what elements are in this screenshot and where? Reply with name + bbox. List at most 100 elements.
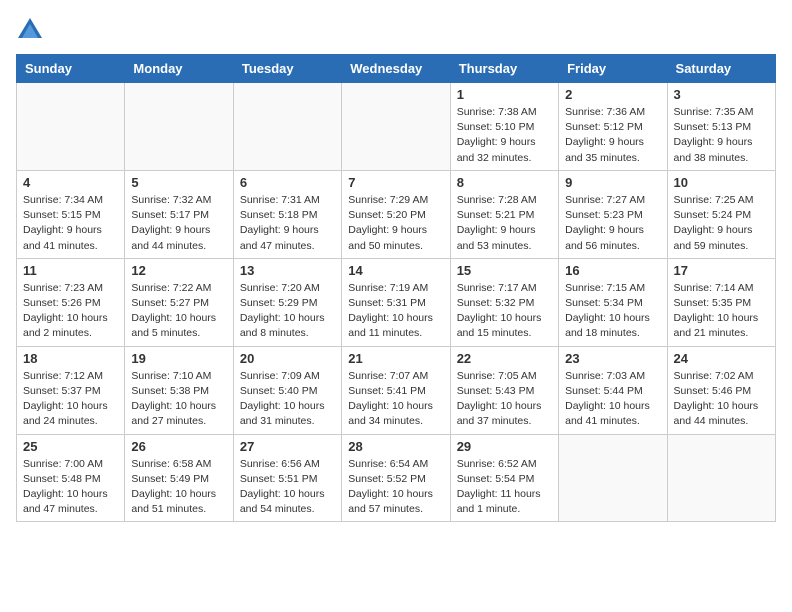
calendar-table: SundayMondayTuesdayWednesdayThursdayFrid… <box>16 54 776 522</box>
day-number: 1 <box>457 87 552 102</box>
calendar-week-1: 1 Sunrise: 7:38 AM Sunset: 5:10 PM Daylig… <box>17 83 776 171</box>
logo-icon <box>16 16 44 44</box>
day-info: Sunrise: 7:02 AM Sunset: 5:46 PM Dayligh… <box>674 369 769 430</box>
calendar-cell <box>17 83 125 171</box>
calendar-cell: 12 Sunrise: 7:22 AM Sunset: 5:27 PM Dayli… <box>125 258 233 346</box>
day-info: Sunrise: 7:22 AM Sunset: 5:27 PM Dayligh… <box>131 281 226 342</box>
day-info: Sunrise: 7:15 AM Sunset: 5:34 PM Dayligh… <box>565 281 660 342</box>
day-number: 20 <box>240 351 335 366</box>
day-number: 23 <box>565 351 660 366</box>
day-number: 4 <box>23 175 118 190</box>
day-number: 29 <box>457 439 552 454</box>
day-number: 2 <box>565 87 660 102</box>
day-info: Sunrise: 7:34 AM Sunset: 5:15 PM Dayligh… <box>23 193 118 254</box>
calendar-week-4: 18 Sunrise: 7:12 AM Sunset: 5:37 PM Dayli… <box>17 346 776 434</box>
day-info: Sunrise: 7:17 AM Sunset: 5:32 PM Dayligh… <box>457 281 552 342</box>
day-number: 18 <box>23 351 118 366</box>
calendar-cell <box>559 434 667 522</box>
day-info: Sunrise: 7:23 AM Sunset: 5:26 PM Dayligh… <box>23 281 118 342</box>
calendar-cell: 15 Sunrise: 7:17 AM Sunset: 5:32 PM Dayli… <box>450 258 558 346</box>
day-number: 28 <box>348 439 443 454</box>
day-number: 13 <box>240 263 335 278</box>
day-info: Sunrise: 7:12 AM Sunset: 5:37 PM Dayligh… <box>23 369 118 430</box>
day-info: Sunrise: 7:10 AM Sunset: 5:38 PM Dayligh… <box>131 369 226 430</box>
calendar-cell: 10 Sunrise: 7:25 AM Sunset: 5:24 PM Dayli… <box>667 170 775 258</box>
day-number: 24 <box>674 351 769 366</box>
day-info: Sunrise: 6:58 AM Sunset: 5:49 PM Dayligh… <box>131 457 226 518</box>
day-number: 25 <box>23 439 118 454</box>
calendar-cell: 2 Sunrise: 7:36 AM Sunset: 5:12 PM Daylig… <box>559 83 667 171</box>
day-info: Sunrise: 6:52 AM Sunset: 5:54 PM Dayligh… <box>457 457 552 518</box>
day-number: 22 <box>457 351 552 366</box>
calendar-cell <box>125 83 233 171</box>
calendar-cell: 7 Sunrise: 7:29 AM Sunset: 5:20 PM Daylig… <box>342 170 450 258</box>
calendar-header-row: SundayMondayTuesdayWednesdayThursdayFrid… <box>17 55 776 83</box>
calendar-cell: 4 Sunrise: 7:34 AM Sunset: 5:15 PM Daylig… <box>17 170 125 258</box>
day-number: 27 <box>240 439 335 454</box>
calendar-week-2: 4 Sunrise: 7:34 AM Sunset: 5:15 PM Daylig… <box>17 170 776 258</box>
day-info: Sunrise: 7:09 AM Sunset: 5:40 PM Dayligh… <box>240 369 335 430</box>
day-number: 5 <box>131 175 226 190</box>
calendar-cell: 11 Sunrise: 7:23 AM Sunset: 5:26 PM Dayli… <box>17 258 125 346</box>
day-number: 14 <box>348 263 443 278</box>
day-info: Sunrise: 7:20 AM Sunset: 5:29 PM Dayligh… <box>240 281 335 342</box>
day-info: Sunrise: 7:27 AM Sunset: 5:23 PM Dayligh… <box>565 193 660 254</box>
calendar-cell: 5 Sunrise: 7:32 AM Sunset: 5:17 PM Daylig… <box>125 170 233 258</box>
day-info: Sunrise: 7:29 AM Sunset: 5:20 PM Dayligh… <box>348 193 443 254</box>
day-number: 17 <box>674 263 769 278</box>
calendar-cell: 17 Sunrise: 7:14 AM Sunset: 5:35 PM Dayli… <box>667 258 775 346</box>
day-number: 9 <box>565 175 660 190</box>
calendar-cell: 8Sunrise: 7:28 AM Sunset: 5:21 PM Daylig… <box>450 170 558 258</box>
day-number: 12 <box>131 263 226 278</box>
calendar-cell: 21 Sunrise: 7:07 AM Sunset: 5:41 PM Dayli… <box>342 346 450 434</box>
day-info: Sunrise: 7:36 AM Sunset: 5:12 PM Dayligh… <box>565 105 660 166</box>
calendar-cell: 23 Sunrise: 7:03 AM Sunset: 5:44 PM Dayli… <box>559 346 667 434</box>
calendar-header-friday: Friday <box>559 55 667 83</box>
calendar-week-3: 11 Sunrise: 7:23 AM Sunset: 5:26 PM Dayli… <box>17 258 776 346</box>
day-number: 7 <box>348 175 443 190</box>
day-number: 15 <box>457 263 552 278</box>
day-number: 16 <box>565 263 660 278</box>
calendar-week-5: 25 Sunrise: 7:00 AM Sunset: 5:48 PM Dayli… <box>17 434 776 522</box>
day-info: Sunrise: 7:03 AM Sunset: 5:44 PM Dayligh… <box>565 369 660 430</box>
day-info: Sunrise: 7:14 AM Sunset: 5:35 PM Dayligh… <box>674 281 769 342</box>
calendar-cell: 26 Sunrise: 6:58 AM Sunset: 5:49 PM Dayli… <box>125 434 233 522</box>
calendar-cell: 1 Sunrise: 7:38 AM Sunset: 5:10 PM Daylig… <box>450 83 558 171</box>
calendar-cell: 9 Sunrise: 7:27 AM Sunset: 5:23 PM Daylig… <box>559 170 667 258</box>
day-info: Sunrise: 7:35 AM Sunset: 5:13 PM Dayligh… <box>674 105 769 166</box>
day-info: Sunrise: 7:32 AM Sunset: 5:17 PM Dayligh… <box>131 193 226 254</box>
calendar-cell: 18 Sunrise: 7:12 AM Sunset: 5:37 PM Dayli… <box>17 346 125 434</box>
day-info: Sunrise: 7:28 AM Sunset: 5:21 PM Dayligh… <box>457 193 552 254</box>
day-info: Sunrise: 7:38 AM Sunset: 5:10 PM Dayligh… <box>457 105 552 166</box>
calendar-cell: 27 Sunrise: 6:56 AM Sunset: 5:51 PM Dayli… <box>233 434 341 522</box>
calendar-cell: 6Sunrise: 7:31 AM Sunset: 5:18 PM Daylig… <box>233 170 341 258</box>
calendar-cell: 28 Sunrise: 6:54 AM Sunset: 5:52 PM Dayli… <box>342 434 450 522</box>
day-number: 26 <box>131 439 226 454</box>
day-number: 6 <box>240 175 335 190</box>
calendar-header-wednesday: Wednesday <box>342 55 450 83</box>
calendar-cell <box>233 83 341 171</box>
day-number: 19 <box>131 351 226 366</box>
day-info: Sunrise: 7:19 AM Sunset: 5:31 PM Dayligh… <box>348 281 443 342</box>
day-info: Sunrise: 7:00 AM Sunset: 5:48 PM Dayligh… <box>23 457 118 518</box>
calendar-header-tuesday: Tuesday <box>233 55 341 83</box>
day-info: Sunrise: 6:56 AM Sunset: 5:51 PM Dayligh… <box>240 457 335 518</box>
calendar-cell <box>342 83 450 171</box>
calendar-cell: 3Sunrise: 7:35 AM Sunset: 5:13 PM Daylig… <box>667 83 775 171</box>
day-number: 11 <box>23 263 118 278</box>
day-info: Sunrise: 7:07 AM Sunset: 5:41 PM Dayligh… <box>348 369 443 430</box>
day-info: Sunrise: 7:05 AM Sunset: 5:43 PM Dayligh… <box>457 369 552 430</box>
day-number: 21 <box>348 351 443 366</box>
calendar-cell: 29 Sunrise: 6:52 AM Sunset: 5:54 PM Dayli… <box>450 434 558 522</box>
calendar-cell: 19 Sunrise: 7:10 AM Sunset: 5:38 PM Dayli… <box>125 346 233 434</box>
day-number: 10 <box>674 175 769 190</box>
logo <box>16 16 48 44</box>
day-info: Sunrise: 6:54 AM Sunset: 5:52 PM Dayligh… <box>348 457 443 518</box>
calendar-cell: 13 Sunrise: 7:20 AM Sunset: 5:29 PM Dayli… <box>233 258 341 346</box>
calendar-header-saturday: Saturday <box>667 55 775 83</box>
calendar-cell: 14 Sunrise: 7:19 AM Sunset: 5:31 PM Dayli… <box>342 258 450 346</box>
day-info: Sunrise: 7:25 AM Sunset: 5:24 PM Dayligh… <box>674 193 769 254</box>
page-header <box>16 16 776 44</box>
calendar-header-monday: Monday <box>125 55 233 83</box>
calendar-cell: 16 Sunrise: 7:15 AM Sunset: 5:34 PM Dayli… <box>559 258 667 346</box>
